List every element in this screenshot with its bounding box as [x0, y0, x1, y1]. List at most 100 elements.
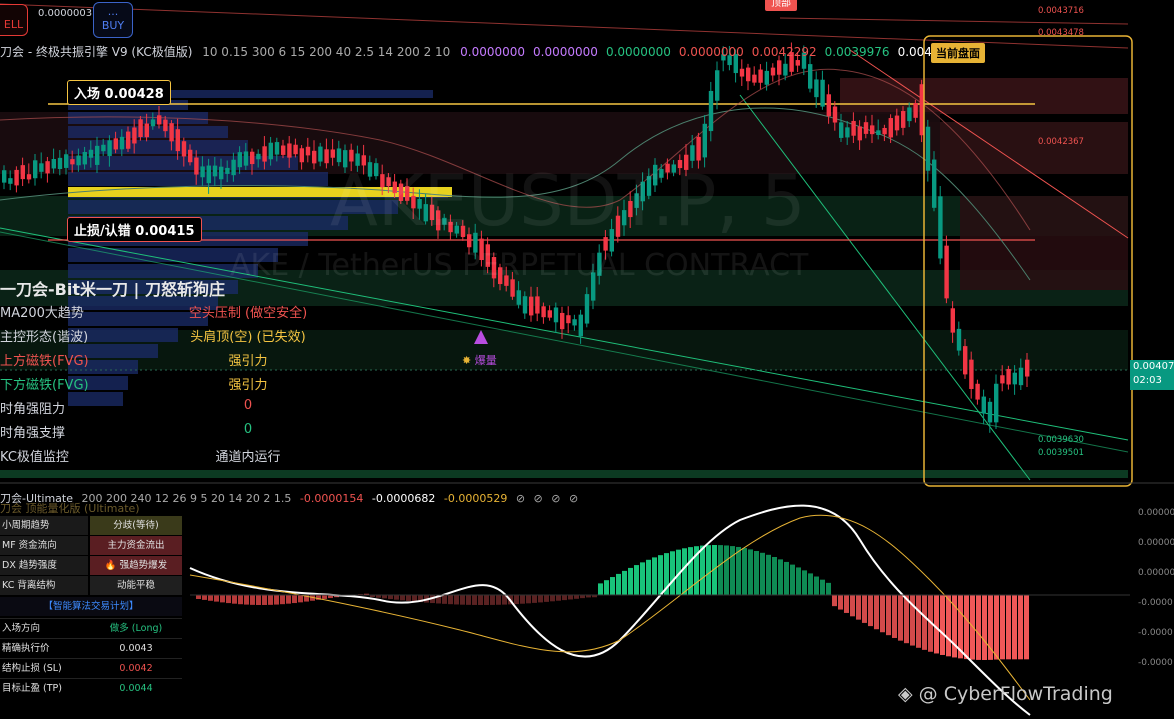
histogram-bar: [706, 545, 711, 595]
supply-zone-3: [960, 196, 1128, 290]
histogram-bar: [640, 562, 645, 595]
candle-body: [281, 145, 286, 155]
candle-body: [696, 136, 701, 161]
price-level-1: 0.0043716: [1038, 6, 1084, 16]
histogram-bar: [532, 595, 537, 603]
histogram-bar: [214, 595, 219, 602]
buy-price-dots: ...: [107, 5, 119, 18]
top-tag: 顶部: [765, 0, 797, 11]
candle-body: [169, 123, 174, 142]
candle-body: [243, 151, 249, 166]
price-level-4: 0.0039630: [1038, 435, 1084, 445]
hidden-icon-3[interactable]: ⊘: [551, 492, 560, 505]
price-level-5: 0.0039501: [1038, 448, 1084, 458]
candle-body: [14, 169, 19, 186]
hidden-icon-2[interactable]: ⊘: [534, 492, 543, 505]
histogram-bar: [1012, 595, 1017, 660]
histogram-bar: [838, 595, 843, 610]
indicator-value-3: 0.0000000: [605, 45, 671, 59]
candle-body: [194, 157, 199, 175]
hidden-icon-4[interactable]: ⊘: [569, 492, 578, 505]
histogram-bar: [496, 595, 501, 605]
candle-body: [20, 165, 25, 180]
histogram-bar: [460, 595, 465, 605]
histogram-bar: [922, 595, 927, 650]
sell-button[interactable]: ELL: [0, 4, 28, 36]
histogram-bar: [472, 595, 477, 605]
indicator-params: 10 0.15 300 6 15 200 40 2.5 14 200 2 10: [202, 45, 451, 59]
histogram-bar: [862, 595, 867, 623]
current-price: 0.00407: [1133, 361, 1174, 372]
stop-label: 止损/认错 0.00415: [67, 217, 202, 242]
histogram-bar: [898, 595, 903, 641]
candle-body: [1018, 367, 1024, 386]
candle-body: [82, 152, 87, 165]
info-key: MA200大趋势: [0, 306, 84, 321]
histogram-bar: [298, 595, 303, 603]
histogram-bar: [940, 595, 945, 655]
candle-body: [925, 126, 931, 171]
candle-body: [981, 396, 986, 414]
info-value: 0: [243, 422, 253, 437]
candle-body: [256, 153, 261, 160]
candle-body: [101, 144, 106, 152]
candle-body: [175, 129, 180, 152]
candle-body: [1025, 359, 1030, 377]
plan-row: 入场方向 做多 (Long): [0, 618, 182, 639]
bottom-value-1: -0.0000154: [299, 492, 364, 505]
bottom-axis-label: 0.00000: [1138, 508, 1174, 518]
histogram-bar: [610, 577, 615, 595]
plan-value: 0.0042: [119, 663, 153, 674]
bottom-axis-label: 0.00000: [1138, 538, 1174, 548]
status-key: KC 背离结构: [0, 576, 88, 595]
histogram-bar: [388, 595, 393, 600]
histogram-bar: [550, 595, 555, 602]
indicator-value-2: 0.0000000: [533, 45, 598, 59]
current-price-tag: 0.00407 02:03: [1130, 360, 1174, 390]
histogram-bar: [412, 595, 417, 602]
candle-body: [1012, 372, 1017, 385]
bottom-axis-label: -0.0000: [1138, 598, 1173, 608]
buy-button[interactable]: ... BUY: [93, 2, 133, 38]
supply-zone: [840, 78, 1128, 114]
histogram-bar: [784, 561, 789, 595]
sell-label: ELL: [3, 18, 24, 31]
hidden-icon-1[interactable]: ⊘: [516, 492, 525, 505]
candle-body: [566, 315, 571, 324]
status-row: KC 背离结构 动能平稳: [0, 576, 182, 596]
histogram-bar: [880, 595, 885, 633]
histogram-bar: [478, 595, 483, 605]
candle-body: [547, 310, 552, 318]
histogram-bar: [196, 595, 201, 599]
indicator-legend[interactable]: 刀会 - 终极共振引擎 V9 (KC极值版) 10 0.15 300 6 15 …: [0, 43, 976, 60]
histogram-bar: [946, 595, 951, 657]
candle-body: [901, 111, 906, 128]
histogram-bar: [520, 595, 525, 604]
momentum-histogram: [196, 545, 1029, 660]
bar-countdown: 02:03: [1133, 375, 1162, 386]
histogram-bar: [736, 546, 741, 595]
candle-body: [150, 119, 156, 127]
info-key: 上方磁铁(FVG): [0, 354, 89, 369]
indicator-value-6: 0.0039976: [824, 45, 890, 59]
histogram-bar: [442, 595, 447, 604]
histogram-bar: [490, 595, 495, 605]
histogram-bar: [886, 595, 891, 636]
status-key: DX 趋势强度 (33.5): [0, 556, 88, 575]
histogram-bar: [448, 595, 453, 605]
candle-body: [70, 159, 75, 165]
plan-value: 做多 (Long): [109, 623, 163, 634]
histogram-bar: [574, 595, 579, 599]
candle-body: [144, 123, 149, 138]
explosion-label: ✸ 爆量: [462, 354, 497, 367]
histogram-bar: [268, 595, 273, 605]
histogram-bar: [802, 570, 807, 595]
histogram-bar: [256, 595, 261, 605]
candle-body: [268, 142, 273, 160]
histogram-bar: [808, 573, 813, 595]
candle-body: [814, 79, 819, 98]
status-value: 主力资金流出: [90, 536, 182, 555]
histogram-bar: [280, 595, 285, 605]
candle-body: [262, 146, 267, 162]
status-key: 小周期趋势: [0, 516, 88, 535]
